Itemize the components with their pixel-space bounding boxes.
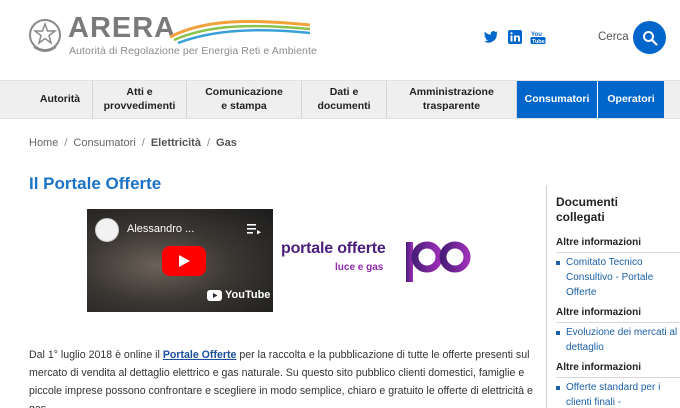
play-icon — [179, 255, 190, 267]
video-title[interactable]: Alessandro ... — [127, 223, 194, 235]
sidebar-section-heading: Altre informazioni — [556, 237, 642, 248]
svg-text:Tube: Tube — [532, 39, 545, 45]
portale-offerte-logo: portale offerte luce e gas — [281, 240, 386, 273]
po-monogram-icon — [406, 241, 471, 282]
search-label[interactable]: Cerca — [598, 31, 629, 43]
breadcrumb-separator: / — [206, 137, 211, 149]
breadcrumb-separator: / — [141, 137, 145, 149]
intro-text-before: Dal 1° luglio 2018 è online il — [29, 349, 163, 361]
breadcrumb-separator: / — [64, 137, 68, 149]
italian-republic-emblem-icon — [29, 19, 61, 52]
portale-offerte-logo-tagline: luce e gas — [335, 262, 384, 273]
nav-item-dati-documenti[interactable]: Dati e documenti — [302, 81, 387, 118]
related-documents-sidebar: Documenti collegati Altre informazioni C… — [546, 185, 680, 408]
nav-item-autorita[interactable]: Autorità — [28, 81, 93, 118]
sidebar-divider — [556, 377, 680, 378]
nav-item-comunicazione-stampa[interactable]: Comunicazione e stampa — [187, 81, 302, 118]
sidebar-link-label[interactable]: Comitato Tecnico Consultivo - Portale Of… — [556, 255, 678, 300]
youtube-watch-link[interactable]: YouTube — [207, 289, 270, 301]
sidebar-link-offerte-standard[interactable]: Offerte standard per i clienti finali - — [556, 380, 678, 408]
bullet-icon — [556, 261, 560, 265]
linkedin-icon[interactable] — [507, 29, 523, 45]
intro-paragraph: Dal 1° luglio 2018 è online il Portale O… — [29, 346, 539, 408]
portale-offerte-logo-text: portale offerte — [281, 240, 386, 257]
logo-wave-graphic — [170, 19, 310, 45]
sidebar-section-heading: Altre informazioni — [556, 307, 642, 318]
breadcrumb-gas[interactable]: Gas — [216, 137, 237, 149]
youtube-icon[interactable]: You Tube — [530, 29, 546, 45]
search-icon — [642, 30, 658, 46]
twitter-icon[interactable] — [483, 29, 499, 45]
youtube-video-player[interactable]: Alessandro ... YouTube — [87, 209, 273, 312]
playlist-icon[interactable] — [247, 223, 261, 235]
nav-item-operatori[interactable]: Operatori — [598, 81, 664, 118]
play-button[interactable] — [162, 246, 206, 276]
youtube-wordmark: YouTube — [225, 289, 271, 301]
sidebar-link-comitato-tecnico[interactable]: Comitato Tecnico Consultivo - Portale Of… — [556, 255, 678, 300]
youtube-logo-icon — [207, 289, 222, 301]
search-button[interactable] — [633, 21, 666, 54]
nav-item-consumatori[interactable]: Consumatori — [517, 81, 598, 118]
breadcrumb: Home / Consumatori / Elettricità / Gas — [29, 137, 237, 149]
sidebar-divider — [556, 322, 680, 323]
breadcrumb-consumatori[interactable]: Consumatori — [73, 137, 135, 149]
sidebar-link-evoluzione-mercati[interactable]: Evoluzione dei mercati al dettaglio — [556, 325, 678, 355]
page-title: Il Portale Offerte — [29, 174, 162, 193]
bullet-icon — [556, 386, 560, 390]
logo-wordmark[interactable]: ARERA — [68, 12, 176, 45]
sidebar-divider — [556, 252, 680, 253]
portale-offerte-link[interactable]: Portale Offerte — [163, 349, 237, 361]
nav-item-amministrazione-trasparente[interactable]: Amministrazione trasparente — [387, 81, 517, 118]
breadcrumb-elettricita[interactable]: Elettricità — [151, 137, 201, 149]
sidebar-link-label[interactable]: Evoluzione dei mercati al dettaglio — [556, 325, 678, 355]
channel-avatar[interactable] — [95, 218, 119, 242]
sidebar-section-heading: Altre informazioni — [556, 362, 642, 373]
nav-item-atti-provvedimenti[interactable]: Atti e provvedimenti — [93, 81, 187, 118]
bullet-icon — [556, 331, 560, 335]
sidebar-title: Documenti collegati — [556, 195, 619, 224]
logo-subtitle: Autorità di Regolazione per Energia Reti… — [69, 45, 317, 57]
sidebar-link-label[interactable]: Offerte standard per i clienti finali - — [556, 380, 678, 408]
main-navigation: Autorità Atti e provvedimenti Comunicazi… — [0, 80, 680, 119]
site-header: ARERA Autorità di Regolazione per Energi… — [0, 0, 680, 80]
breadcrumb-home[interactable]: Home — [29, 137, 58, 149]
